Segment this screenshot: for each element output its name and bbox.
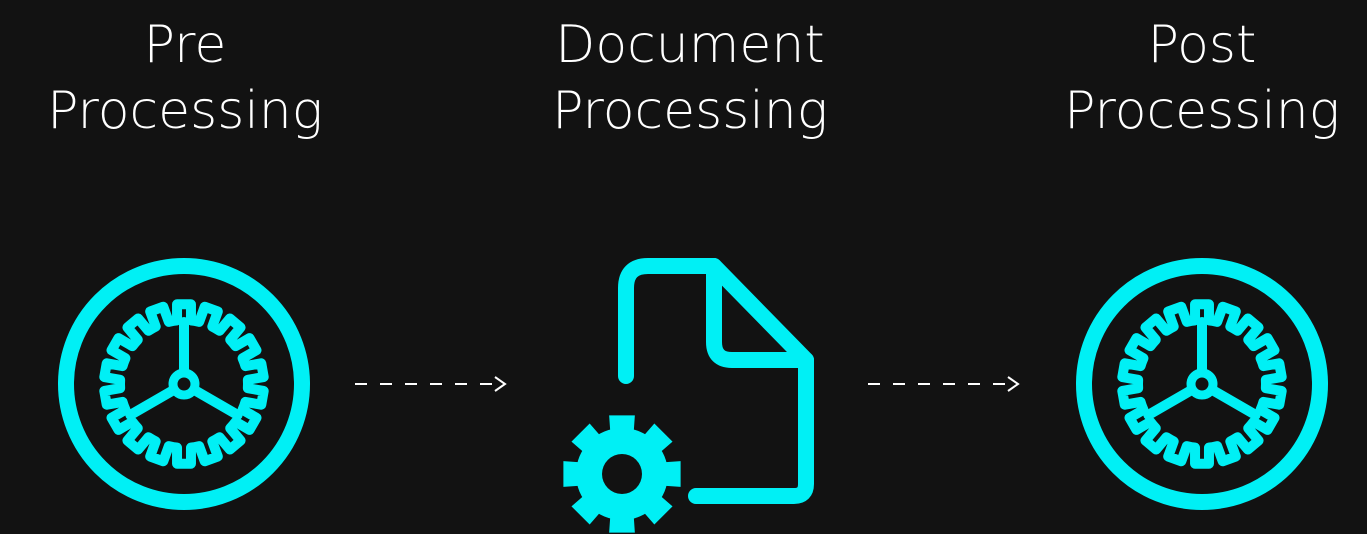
gear-hub xyxy=(1186,368,1218,400)
stage-title-line2: Processing xyxy=(1064,81,1340,141)
gear-spoke xyxy=(125,384,181,420)
stage-title-pre: Pre Processing xyxy=(35,12,335,144)
gear-spoke xyxy=(1143,384,1199,420)
stage-title-line1: Document xyxy=(555,15,825,75)
document-gear-icon xyxy=(563,258,814,533)
gear-hub xyxy=(168,368,200,400)
stage-title-line1: Pre xyxy=(143,15,227,75)
gear-circle-icon xyxy=(1076,258,1328,510)
stage-title-line2: Processing xyxy=(552,81,828,141)
gear-spoke xyxy=(187,384,243,420)
stage-title-post: Post Processing xyxy=(1052,12,1352,144)
dashed-arrow-icon xyxy=(355,376,507,392)
gear-circle-icon xyxy=(58,258,310,510)
stage-title-line1: Post xyxy=(1147,15,1257,75)
gear-spoke xyxy=(1205,384,1261,420)
dashed-arrow-icon xyxy=(868,376,1020,392)
stage-title-document: Document Processing xyxy=(540,12,840,144)
stage-title-line2: Processing xyxy=(47,81,323,141)
